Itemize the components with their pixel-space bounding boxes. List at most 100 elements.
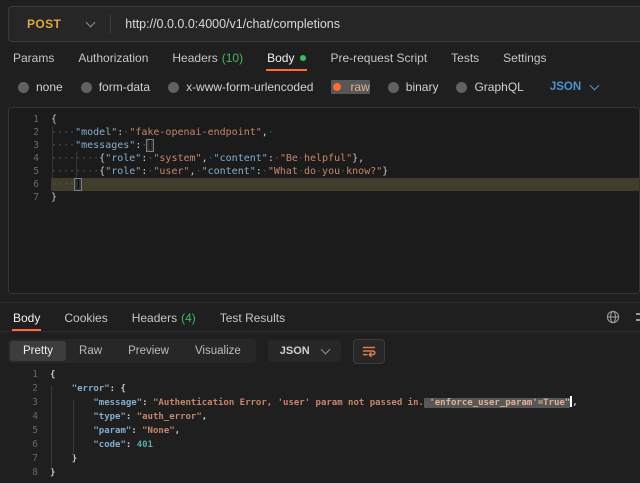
- body-type-label: GraphQL: [474, 80, 523, 94]
- body-type-raw[interactable]: raw: [331, 80, 369, 94]
- wrap-text-button[interactable]: [353, 339, 385, 364]
- request-body-editor[interactable]: 1{2····"model":·"fake-openai-endpoint",·…: [8, 107, 640, 294]
- code-line: 5········{"role":·"user",·"content":·"Wh…: [9, 165, 639, 178]
- chevron-down-icon: [590, 81, 600, 91]
- body-type-label: form-data: [99, 80, 150, 94]
- radio-icon: [331, 81, 343, 93]
- request-url-bar: POST http://0.0.0.0:4000/v1/chat/complet…: [8, 6, 640, 42]
- body-type-x-www-form-urlencoded[interactable]: x-www-form-urlencoded: [168, 80, 313, 94]
- code-text: }: [50, 466, 640, 480]
- request-tab-settings[interactable]: Settings: [502, 44, 547, 71]
- code-text: "error": {: [50, 382, 640, 396]
- response-tab-icons: [606, 303, 640, 331]
- response-tab-headers[interactable]: Headers(4): [131, 304, 197, 331]
- tab-label: Cookies: [64, 311, 107, 325]
- view-raw[interactable]: Raw: [66, 341, 115, 361]
- code-text: }: [50, 452, 640, 466]
- code-text: ····"messages":·[: [51, 139, 639, 152]
- tab-label: Authorization: [78, 51, 148, 65]
- response-body-editor[interactable]: 1{2 "error": {3 "message": "Authenticati…: [8, 368, 640, 480]
- request-tab-pre-request-script[interactable]: Pre-request Script: [329, 44, 428, 71]
- line-number: 8: [8, 466, 50, 480]
- word-wrap-icon: [361, 343, 377, 359]
- method-label: POST: [27, 17, 61, 31]
- request-tab-headers[interactable]: Headers (10): [171, 44, 244, 71]
- response-toolbar: PrettyRawPreviewVisualize JSON: [8, 338, 640, 364]
- code-line: 4 "type": "auth_error",: [8, 410, 640, 424]
- radio-icon: [18, 82, 29, 93]
- code-line: 5 "param": "None",: [8, 424, 640, 438]
- green-dot-icon: [300, 55, 306, 61]
- request-tab-params[interactable]: Params: [12, 44, 55, 71]
- body-type-form-data[interactable]: form-data: [81, 80, 150, 94]
- line-number: 2: [8, 382, 50, 396]
- line-number: 6: [9, 178, 51, 191]
- globe-icon[interactable]: [606, 310, 620, 324]
- indent-guide: [52, 126, 53, 191]
- view-mode-switch: PrettyRawPreviewVisualize: [8, 339, 256, 363]
- radio-icon: [456, 82, 467, 93]
- code-text: "param": "None",: [50, 424, 640, 438]
- body-type-label: x-www-form-urlencoded: [186, 80, 313, 94]
- response-language-dropdown[interactable]: JSON: [268, 340, 341, 362]
- response-tabs: Body Cookies Headers(4) Test Results: [0, 303, 640, 332]
- code-text: ········{"role":·"system",·"content":·"B…: [51, 152, 639, 165]
- indent-guide: [51, 386, 52, 470]
- tab-label: Params: [13, 51, 54, 65]
- code-line: 8}: [8, 466, 640, 480]
- chevron-down-icon: [320, 345, 330, 355]
- body-type-graphql[interactable]: GraphQL: [456, 80, 523, 94]
- code-text: {: [51, 113, 639, 126]
- code-line: 3 "message": "Authentication Error, 'use…: [8, 396, 640, 410]
- line-number: 5: [9, 165, 51, 178]
- line-number: 4: [9, 152, 51, 165]
- code-line: 2 "error": {: [8, 382, 640, 396]
- view-pretty[interactable]: Pretty: [10, 341, 66, 361]
- body-type-label: binary: [406, 80, 439, 94]
- code-text: "type": "auth_error",: [50, 410, 640, 424]
- response-panel: Body Cookies Headers(4) Test Results Pretty…: [0, 302, 640, 480]
- response-tab-test-results[interactable]: Test Results: [219, 304, 286, 331]
- line-number: 4: [8, 410, 50, 424]
- view-preview[interactable]: Preview: [115, 341, 182, 361]
- line-number: 3: [8, 396, 50, 410]
- code-line: 1{: [9, 113, 639, 126]
- indent-guide: [73, 400, 74, 456]
- request-tab-tests[interactable]: Tests: [450, 44, 480, 71]
- tab-label: Body: [267, 51, 294, 65]
- response-tab-cookies[interactable]: Cookies: [63, 304, 108, 331]
- body-type-selector: none form-data x-www-form-urlencoded raw bin…: [0, 72, 640, 102]
- code-line: 7 }: [8, 452, 640, 466]
- raw-language-dropdown[interactable]: JSON: [550, 81, 598, 93]
- body-type-none[interactable]: none: [18, 80, 63, 94]
- url-input[interactable]: http://0.0.0.0:4000/v1/chat/completions: [111, 17, 640, 31]
- tab-count: (10): [222, 51, 243, 65]
- line-number: 7: [8, 452, 50, 466]
- code-text: "code": 401: [50, 438, 640, 452]
- request-tab-body[interactable]: Body: [266, 44, 307, 71]
- response-tab-list: Body Cookies Headers(4) Test Results: [12, 302, 308, 332]
- method-dropdown[interactable]: POST: [9, 17, 94, 31]
- body-type-label: none: [36, 80, 63, 94]
- code-text: }: [51, 191, 639, 204]
- line-number: 1: [8, 368, 50, 382]
- line-number: 2: [9, 126, 51, 139]
- api-client-window: POST http://0.0.0.0:4000/v1/chat/complet…: [0, 6, 640, 480]
- tab-label: Settings: [503, 51, 546, 65]
- response-language-label: JSON: [280, 345, 310, 357]
- indent-guide: [76, 152, 77, 178]
- request-tab-authorization[interactable]: Authorization: [77, 44, 149, 71]
- tab-label: Headers: [172, 51, 217, 65]
- line-number: 5: [8, 424, 50, 438]
- radio-icon: [388, 82, 399, 93]
- body-type-binary[interactable]: binary: [388, 80, 439, 94]
- code-text: {: [50, 368, 640, 382]
- code-line: 3····"messages":·[: [9, 139, 639, 152]
- code-line: 7}: [9, 191, 639, 204]
- tab-label: Tests: [451, 51, 479, 65]
- tab-label: Pre-request Script: [330, 51, 427, 65]
- clipped-edge-icon[interactable]: [636, 310, 640, 324]
- line-number: 1: [9, 113, 51, 126]
- response-tab-body[interactable]: Body: [12, 304, 41, 331]
- view-visualize[interactable]: Visualize: [182, 341, 254, 361]
